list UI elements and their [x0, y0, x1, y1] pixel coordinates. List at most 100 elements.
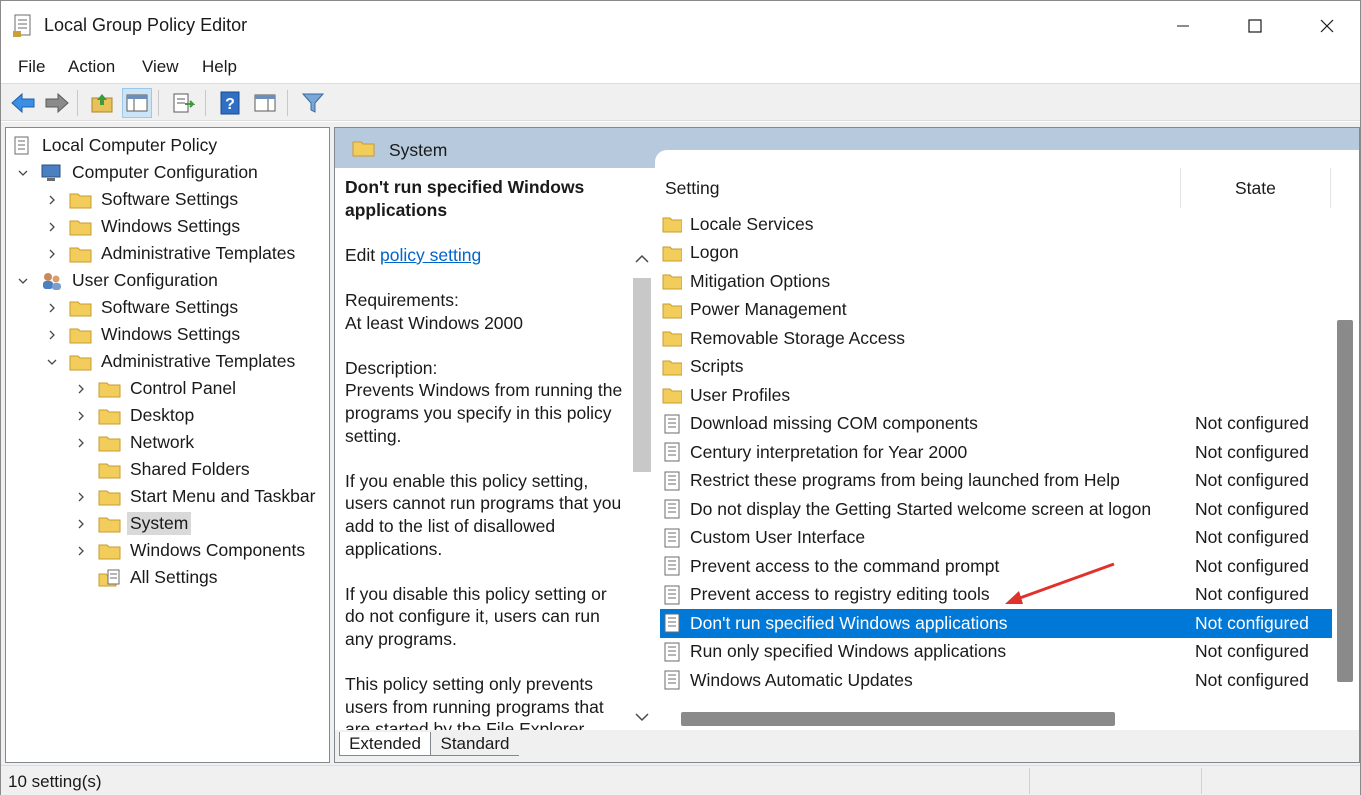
- setting-state: Not configured: [1195, 441, 1309, 462]
- tree-item-windows-components[interactable]: Windows Components: [74, 537, 308, 564]
- tree-item-windows-settings[interactable]: Windows Settings: [45, 213, 243, 240]
- chevron-right-icon[interactable]: [74, 544, 88, 558]
- tree-item-user-configuration[interactable]: User Configuration: [16, 267, 221, 294]
- tree-item-software-settings[interactable]: Software Settings: [45, 186, 241, 213]
- list-item-name: Scripts: [690, 356, 744, 377]
- chevron-right-icon[interactable]: [74, 490, 88, 504]
- policy-setting-icon: [662, 414, 682, 434]
- folder-icon: [69, 217, 93, 237]
- description-scrollbar[interactable]: [631, 248, 653, 730]
- tree-item-control-panel[interactable]: Control Panel: [74, 375, 239, 402]
- list-item-folder[interactable]: Logon: [660, 239, 1332, 268]
- list-item-folder[interactable]: Scripts: [660, 353, 1332, 382]
- scroll-down-button[interactable]: [631, 706, 653, 728]
- chevron-right-icon[interactable]: [45, 301, 59, 315]
- list-item-folder[interactable]: Removable Storage Access: [660, 324, 1332, 353]
- list-vertical-scrollbar-thumb[interactable]: [1337, 320, 1353, 682]
- list-item-folder[interactable]: Power Management: [660, 296, 1332, 325]
- chevron-right-icon[interactable]: [74, 517, 88, 531]
- policy-setting-icon: [662, 642, 682, 662]
- minimize-button[interactable]: [1147, 1, 1219, 51]
- menu-view[interactable]: View: [142, 57, 179, 77]
- menu-help[interactable]: Help: [202, 57, 237, 77]
- tree-item-system[interactable]: System: [74, 510, 192, 537]
- chevron-right-icon[interactable]: [45, 247, 59, 261]
- list-item-setting[interactable]: Restrict these programs from being launc…: [660, 467, 1332, 496]
- tree-item-label: Desktop: [130, 405, 195, 425]
- list-item-folder[interactable]: Mitigation Options: [660, 267, 1332, 296]
- setting-name: Prevent access to registry editing tools: [690, 584, 990, 605]
- tree-item-all-settings[interactable]: All Settings: [74, 564, 221, 591]
- help-button[interactable]: ?: [215, 88, 245, 118]
- forward-button[interactable]: [42, 88, 72, 118]
- tree-item-network[interactable]: Network: [74, 429, 197, 456]
- list-item-folder[interactable]: User Profiles: [660, 381, 1332, 410]
- close-icon: [1320, 19, 1334, 33]
- back-button[interactable]: [8, 88, 38, 118]
- policy-setting-icon: [662, 471, 682, 491]
- console-tree: Local Computer Policy Computer Configura…: [5, 127, 330, 763]
- menu-file[interactable]: File: [18, 57, 45, 77]
- show-hide-console-tree-button[interactable]: [122, 88, 152, 118]
- tree-item-administrative-templates[interactable]: Administrative Templates: [45, 240, 298, 267]
- up-one-level-button[interactable]: [87, 88, 117, 118]
- toolbar-separator: [205, 90, 206, 116]
- tree-item-computer-configuration[interactable]: Computer Configuration: [16, 159, 261, 186]
- toolbar-separator: [287, 90, 288, 116]
- folder-icon: [69, 244, 93, 264]
- policy-title: Don't run specified Windows applications: [345, 177, 585, 220]
- setting-name: Don't run specified Windows applications: [690, 612, 1008, 633]
- column-divider[interactable]: [1180, 168, 1181, 208]
- export-list-button[interactable]: [168, 88, 198, 118]
- setting-name: Do not display the Getting Started welco…: [690, 498, 1152, 519]
- tree-item-desktop[interactable]: Desktop: [74, 402, 197, 429]
- list-item-setting[interactable]: Do not display the Getting Started welco…: [660, 495, 1332, 524]
- column-header-setting[interactable]: Setting: [665, 178, 719, 199]
- edit-policy-setting-link[interactable]: policy setting: [380, 245, 481, 265]
- chevron-right-icon[interactable]: [45, 220, 59, 234]
- scrollbar-thumb[interactable]: [633, 278, 651, 472]
- section-title: System: [389, 140, 448, 160]
- column-divider[interactable]: [1330, 168, 1331, 208]
- list-item-setting[interactable]: Download missing COM components Not conf…: [660, 410, 1332, 439]
- column-header-state[interactable]: State: [1235, 178, 1276, 199]
- chevron-right-icon[interactable]: [74, 409, 88, 423]
- show-action-pane-button[interactable]: [250, 88, 280, 118]
- description-text: Don't run specified Windows applications…: [345, 176, 630, 730]
- tree-item-software-settings[interactable]: Software Settings: [45, 294, 241, 321]
- chevron-right-icon[interactable]: [74, 436, 88, 450]
- close-button[interactable]: [1291, 1, 1361, 51]
- scroll-up-button[interactable]: [631, 248, 653, 270]
- chevron-down-icon[interactable]: [16, 274, 30, 288]
- tree-item-label: Administrative Templates: [101, 351, 296, 371]
- list-item-setting[interactable]: Century interpretation for Year 2000 Not…: [660, 438, 1332, 467]
- list-item-setting[interactable]: Run only specified Windows applications …: [660, 638, 1332, 667]
- policy-editor-app-icon: [12, 14, 34, 38]
- list-item-setting[interactable]: Windows Automatic Updates Not configured: [660, 666, 1332, 695]
- list-item-setting[interactable]: Prevent access to registry editing tools…: [660, 581, 1332, 610]
- tree-item-local-computer-policy[interactable]: Local Computer Policy: [10, 132, 220, 159]
- chevron-right-icon[interactable]: [45, 193, 59, 207]
- list-item-name: Logon: [690, 242, 739, 263]
- tree-item-windows-settings[interactable]: Windows Settings: [45, 321, 243, 348]
- tree-item-start-menu-and-taskbar[interactable]: Start Menu and Taskbar: [74, 483, 318, 510]
- maximize-button[interactable]: [1219, 1, 1291, 51]
- list-horizontal-scrollbar-thumb[interactable]: [681, 712, 1115, 726]
- list-item-folder[interactable]: Locale Services: [660, 210, 1332, 239]
- folder-icon: [98, 433, 122, 453]
- list-item-setting[interactable]: Prevent access to the command prompt Not…: [660, 552, 1332, 581]
- setting-state: Not configured: [1195, 498, 1309, 519]
- tab-extended[interactable]: Extended: [339, 732, 431, 756]
- list-item-setting-selected[interactable]: Don't run specified Windows applications…: [660, 609, 1332, 638]
- tree-item-administrative-templates[interactable]: Administrative Templates: [45, 348, 298, 375]
- chevron-down-icon[interactable]: [45, 355, 59, 369]
- chevron-down-icon[interactable]: [16, 166, 30, 180]
- list-item-setting[interactable]: Custom User Interface Not configured: [660, 524, 1332, 553]
- tree-item-shared-folders[interactable]: Shared Folders: [74, 456, 253, 483]
- tab-standard[interactable]: Standard: [431, 732, 519, 756]
- filter-button[interactable]: [298, 88, 328, 118]
- menu-action[interactable]: Action: [68, 57, 115, 77]
- chevron-right-icon[interactable]: [74, 382, 88, 396]
- chevron-right-icon[interactable]: [45, 328, 59, 342]
- tree-item-label: User Configuration: [72, 270, 218, 290]
